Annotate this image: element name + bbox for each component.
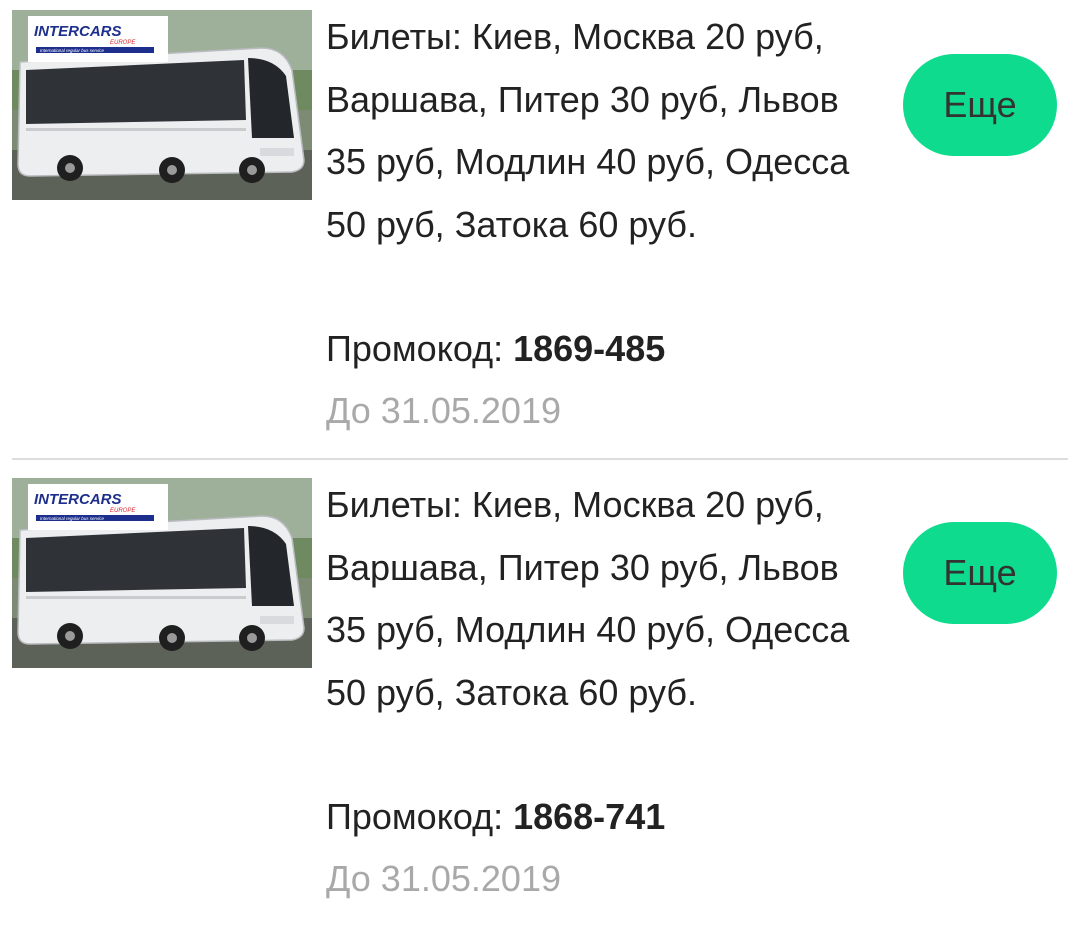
promo-code: 1868-741 bbox=[513, 796, 666, 837]
logo-tagline: International regular bus service bbox=[40, 48, 105, 53]
bus-image[interactable]: INTERCARS EUROPE International regular b… bbox=[12, 478, 312, 668]
logo-text: INTERCARS bbox=[34, 23, 122, 40]
offer-description: Билеты: Киев, Москва 20 руб, Варшава, Пи… bbox=[326, 16, 850, 245]
bus-illustration: INTERCARS EUROPE International regular b… bbox=[12, 478, 312, 668]
promo-line: Промокод: 1869-485 bbox=[326, 318, 665, 380]
more-button[interactable]: Еще bbox=[903, 522, 1057, 624]
offer-description: Билеты: Киев, Москва 20 руб, Варшава, Пи… bbox=[326, 484, 850, 713]
logo-subtext: EUROPE bbox=[110, 40, 136, 46]
valid-until: До 31.05.2019 bbox=[326, 858, 561, 899]
promo-label: Промокод: bbox=[326, 328, 514, 369]
valid-until: До 31.05.2019 bbox=[326, 390, 561, 431]
bus-illustration: INTERCARS EUROPE International regular b… bbox=[12, 10, 312, 200]
more-button[interactable]: Еще bbox=[903, 54, 1057, 156]
logo-text: INTERCARS bbox=[34, 491, 122, 508]
offer-card[interactable]: INTERCARS EUROPE International regular b… bbox=[0, 468, 1080, 928]
logo-tagline: International regular bus service bbox=[40, 516, 105, 521]
logo-subtext: EUROPE bbox=[110, 508, 136, 514]
divider bbox=[12, 458, 1068, 460]
offer-card[interactable]: INTERCARS EUROPE International regular b… bbox=[0, 0, 1080, 460]
promo-code: 1869-485 bbox=[513, 328, 666, 369]
promo-line: Промокод: 1868-741 bbox=[326, 786, 665, 848]
bus-image[interactable]: INTERCARS EUROPE International regular b… bbox=[12, 10, 312, 200]
promo-label: Промокод: bbox=[326, 796, 514, 837]
